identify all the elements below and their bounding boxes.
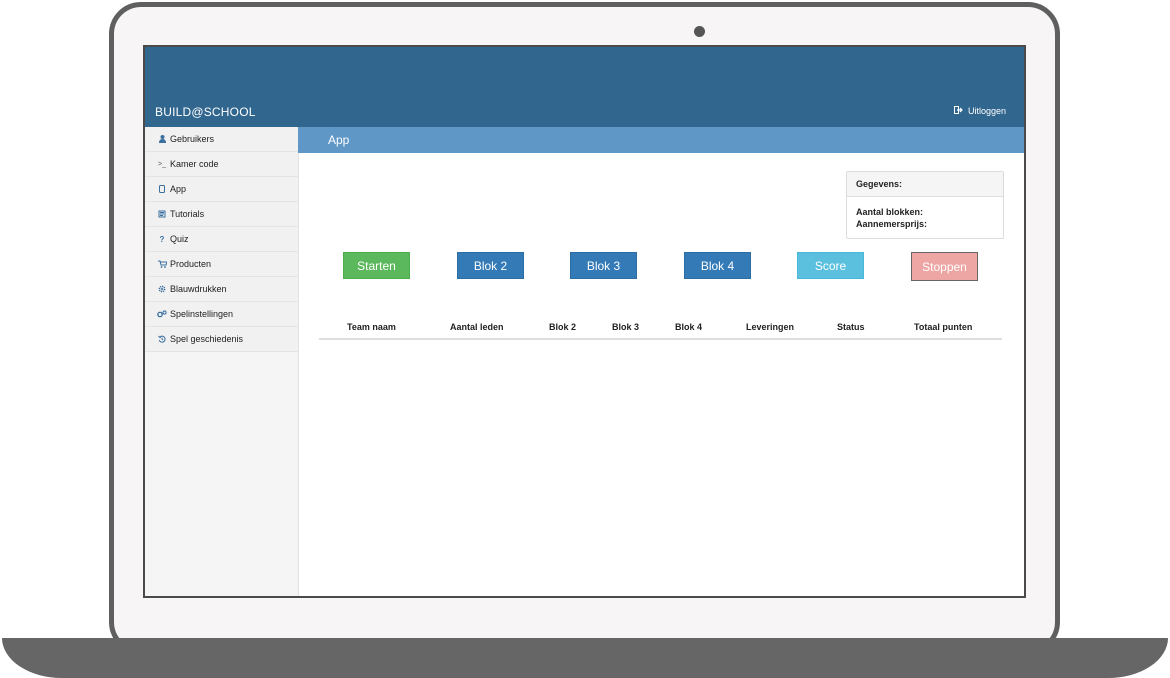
gear-icon xyxy=(156,285,168,293)
sidebar-item-label: Tutorials xyxy=(170,209,205,219)
question-icon: ? xyxy=(159,234,165,244)
page-header-bar: App xyxy=(298,127,1024,153)
gears-icon xyxy=(156,310,168,318)
page-title: App xyxy=(328,133,350,147)
tablet-icon xyxy=(156,185,168,193)
sidebar-item-label: Quiz xyxy=(170,234,189,244)
teams-table-header: Team naam Aantal leden Blok 2 Blok 3 Blo… xyxy=(319,319,1002,340)
column-header-block-3[interactable]: Blok 3 xyxy=(612,322,639,332)
sidebar-item-tutorials[interactable]: Tutorials xyxy=(145,202,298,227)
app-screen: BUILD@SCHOOL Uitloggen Gebruikers >_ Kam… xyxy=(143,45,1026,598)
terminal-icon: >_ xyxy=(158,160,166,168)
block-3-button[interactable]: Blok 3 xyxy=(570,252,637,279)
logout-label: Uitloggen xyxy=(967,106,1006,116)
blocks-count-label: Aantal blokken: xyxy=(856,207,924,217)
sidebar: Gebruikers >_ Kamer code App Tutorials ?… xyxy=(145,127,299,596)
sidebar-item-label: Producten xyxy=(170,259,212,269)
brand-logo[interactable]: BUILD@SCHOOL xyxy=(155,105,256,119)
sidebar-item-label: Gebruikers xyxy=(170,134,215,144)
sidebar-item-app[interactable]: App xyxy=(145,177,298,202)
panel-body: Aantal blokken: Aannemersprijs: xyxy=(847,197,1003,230)
book-icon xyxy=(156,210,168,218)
sidebar-item-label: App xyxy=(170,184,187,194)
sidebar-item-label: Spelinstellingen xyxy=(170,309,234,319)
info-panel: Gegevens: Aantal blokken: Aannemersprijs… xyxy=(846,171,1004,239)
sign-out-icon xyxy=(953,106,963,116)
contractor-price-label: Aannemersprijs: xyxy=(856,219,928,229)
column-header-status[interactable]: Status xyxy=(837,322,865,332)
block-4-button[interactable]: Blok 4 xyxy=(684,252,751,279)
start-button[interactable]: Starten xyxy=(343,252,410,279)
user-icon xyxy=(156,135,168,143)
sidebar-item-gebruikers[interactable]: Gebruikers xyxy=(145,127,298,152)
score-button[interactable]: Score xyxy=(797,252,864,279)
history-icon xyxy=(156,335,168,343)
sidebar-item-label: Blauwdrukken xyxy=(170,284,227,294)
camera-icon xyxy=(694,26,705,37)
column-header-block-4[interactable]: Blok 4 xyxy=(675,322,702,332)
logout-link[interactable]: Uitloggen xyxy=(953,106,1006,116)
column-header-member-count[interactable]: Aantal leden xyxy=(450,322,504,332)
sidebar-item-producten[interactable]: Producten xyxy=(145,252,298,277)
sidebar-item-label: Spel geschiedenis xyxy=(170,334,244,344)
column-header-block-2[interactable]: Blok 2 xyxy=(549,322,576,332)
sidebar-item-blauwdrukken[interactable]: Blauwdrukken xyxy=(145,277,298,302)
top-navbar: BUILD@SCHOOL Uitloggen xyxy=(145,47,1024,127)
stop-button[interactable]: Stoppen xyxy=(911,252,978,281)
laptop-base xyxy=(2,638,1168,678)
panel-heading: Gegevens: xyxy=(847,172,1003,197)
column-header-deliveries[interactable]: Leveringen xyxy=(746,322,794,332)
sidebar-item-spelinstellingen[interactable]: Spelinstellingen xyxy=(145,302,298,327)
sidebar-item-quiz[interactable]: ? Quiz xyxy=(145,227,298,252)
sidebar-item-kamer-code[interactable]: >_ Kamer code xyxy=(145,152,298,177)
sidebar-item-spel-geschiedenis[interactable]: Spel geschiedenis xyxy=(145,327,298,352)
column-header-team-name[interactable]: Team naam xyxy=(347,322,396,332)
column-header-total-points[interactable]: Totaal punten xyxy=(914,322,972,332)
cart-icon xyxy=(156,260,168,268)
sidebar-item-label: Kamer code xyxy=(170,159,219,169)
block-2-button[interactable]: Blok 2 xyxy=(457,252,524,279)
